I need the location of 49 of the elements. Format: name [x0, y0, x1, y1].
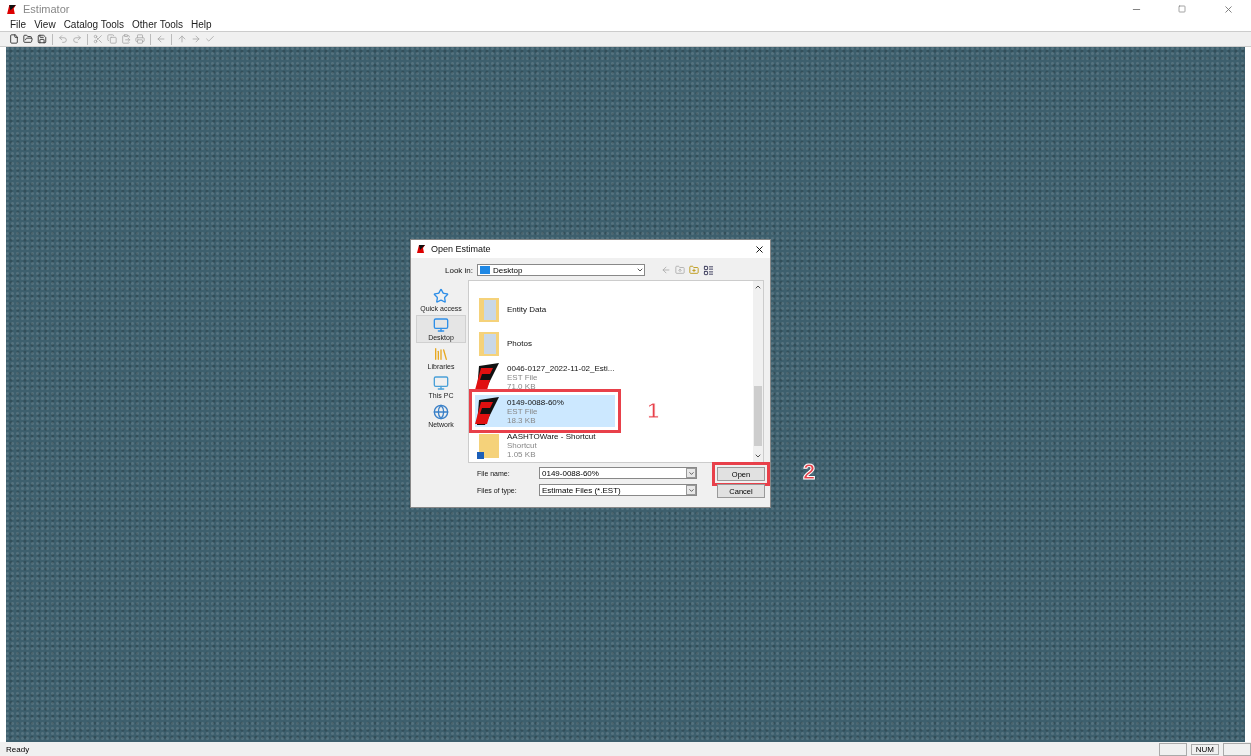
open-icon[interactable]: [22, 34, 34, 44]
folder-item[interactable]: Entity Data: [475, 293, 753, 325]
desktop-icon: [433, 317, 449, 333]
menu-item[interactable]: Other Tools: [128, 19, 187, 30]
look-in-label: Look in:: [445, 265, 474, 275]
look-in-dropdown[interactable]: Desktop: [477, 264, 646, 276]
network-icon: [433, 404, 449, 420]
shortcut-item[interactable]: AASHTOWare - Shortcut Shortcut 1.05 KB: [475, 429, 753, 461]
new-folder-icon[interactable]: [689, 265, 700, 275]
status-panel: [1223, 742, 1251, 756]
caret-icon: [687, 486, 695, 494]
window-title: Estimator: [23, 3, 70, 15]
dialog-title: Open Estimate: [431, 244, 491, 254]
menu-item[interactable]: Catalog Tools: [59, 19, 129, 30]
menu-item[interactable]: File: [6, 19, 31, 30]
new-icon[interactable]: [8, 34, 20, 44]
view-menu-icon[interactable]: [703, 264, 715, 276]
folder-item[interactable]: Photos: [475, 327, 753, 359]
dropdown-button[interactable]: [686, 485, 696, 495]
status-text: Ready: [6, 744, 30, 754]
dropdown-button[interactable]: [686, 468, 696, 478]
star-icon: [433, 288, 449, 304]
close-icon: [1222, 3, 1234, 15]
status-indicator: NUM: [1190, 743, 1219, 755]
file-type-dropdown[interactable]: Estimate Files (*.EST): [539, 484, 697, 496]
libraries-icon: [433, 346, 449, 362]
scroll-down-icon[interactable]: [754, 452, 762, 460]
restore-icon: [1178, 5, 1186, 13]
caret-icon: [687, 469, 695, 477]
step-number: 2: [803, 459, 816, 485]
menu-item[interactable]: Help: [187, 19, 216, 30]
close-button[interactable]: [754, 243, 765, 255]
file-name-field[interactable]: 0149-0088-60%: [539, 467, 697, 479]
caret-icon: [636, 266, 645, 274]
file-item[interactable]: 0046-0127_2022-11-02_Esti... EST File 71.0 KB: [475, 361, 753, 393]
estimate-file-icon: [475, 362, 501, 392]
desktop-icon: [480, 266, 491, 274]
scrollbar[interactable]: [753, 281, 763, 462]
app-logo-icon: [416, 244, 426, 254]
pc-icon: [433, 375, 449, 391]
status-panel: [1158, 742, 1187, 756]
estimate-file-icon: [475, 396, 501, 426]
app-logo-icon: [6, 3, 17, 15]
scroll-up-icon[interactable]: [754, 283, 762, 291]
folder-up-icon[interactable]: [675, 265, 686, 275]
save-icon[interactable]: [36, 34, 48, 44]
menu-item[interactable]: View: [30, 19, 60, 30]
back-icon[interactable]: [661, 265, 672, 275]
step-number: 1: [647, 398, 660, 424]
